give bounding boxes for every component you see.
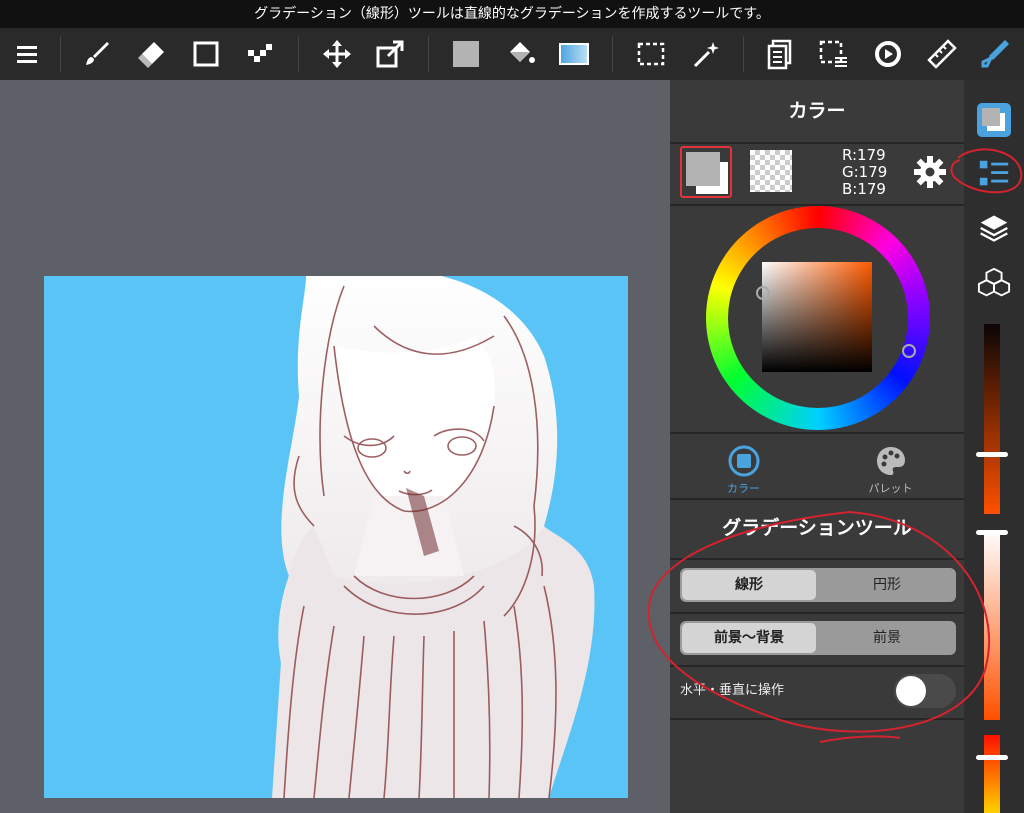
- drawing-canvas[interactable]: [44, 276, 628, 798]
- rgb-b: B:179: [842, 180, 886, 198]
- materials-icon[interactable]: [974, 264, 1014, 304]
- color-panel: カラー R:179 G:179 B:179 カラー パレット グラデーションツー…: [670, 80, 964, 813]
- illustration-girl: [272, 276, 595, 798]
- tooltip-bar: グラデーション（線形）ツールは直線的なグラデーションを作成するツールです。: [0, 0, 1024, 28]
- axis-lock-toggle[interactable]: [894, 674, 956, 708]
- canvas-area[interactable]: [0, 80, 670, 813]
- gradient-shape-row: 線形 円形: [670, 560, 964, 614]
- rotate-icon[interactable]: [865, 28, 911, 80]
- mode-fg-option[interactable]: 前景: [820, 623, 954, 653]
- move-icon[interactable]: [314, 28, 360, 80]
- foreground-color-swatch[interactable]: [686, 152, 720, 186]
- selection-icon[interactable]: [628, 28, 674, 80]
- gradient-icon[interactable]: [551, 28, 597, 80]
- tab-color[interactable]: カラー: [670, 434, 817, 498]
- eraser-icon[interactable]: [129, 28, 175, 80]
- transparent-color-swatch[interactable]: [750, 150, 792, 192]
- gradient-mode-segmented: 前景〜背景 前景: [680, 621, 956, 655]
- fill-color-icon[interactable]: [443, 28, 489, 80]
- foreground-background-swatch[interactable]: [680, 146, 732, 198]
- color-tab-icon: [728, 445, 759, 477]
- hue-slider[interactable]: [976, 735, 1008, 813]
- opacity-slider[interactable]: [976, 324, 1008, 514]
- rgb-g: G:179: [842, 163, 888, 181]
- tab-color-label: カラー: [727, 482, 760, 495]
- shape-radial-option[interactable]: 円形: [820, 570, 954, 600]
- tab-palette[interactable]: パレット: [817, 434, 964, 498]
- brush-icon[interactable]: [74, 28, 120, 80]
- color-wheel[interactable]: [706, 206, 930, 430]
- magic-wand-icon[interactable]: [684, 28, 730, 80]
- menu-icon[interactable]: [4, 28, 50, 80]
- shape-icon[interactable]: [183, 28, 229, 80]
- pen-icon[interactable]: [972, 28, 1018, 80]
- saturation-brightness-square[interactable]: [762, 262, 872, 372]
- mode-fg-bg-option[interactable]: 前景〜背景: [682, 623, 816, 653]
- rgb-r: R:179: [842, 146, 886, 164]
- axis-lock-row: 水平・垂直に操作: [670, 666, 964, 720]
- hue-picker-knob[interactable]: [902, 344, 916, 358]
- gradient-mode-row: 前景〜背景 前景: [670, 613, 964, 667]
- gradient-shape-segmented: 線形 円形: [680, 568, 956, 602]
- transform-icon[interactable]: [367, 28, 413, 80]
- ruler-icon[interactable]: [919, 28, 965, 80]
- color-tabs: カラー パレット: [670, 432, 964, 500]
- axis-lock-label: 水平・垂直に操作: [680, 683, 785, 698]
- copy-layer-icon[interactable]: [757, 28, 803, 80]
- property-icon[interactable]: [974, 154, 1014, 194]
- dot-brush-icon[interactable]: [237, 28, 283, 80]
- rgb-readout: R:179 G:179 B:179: [842, 147, 887, 198]
- right-side-bar: [964, 80, 1024, 813]
- select-layer-icon[interactable]: [811, 28, 857, 80]
- bucket-icon[interactable]: [497, 28, 543, 80]
- top-toolbar: [0, 28, 1024, 80]
- gradient-tool-title: グラデーションツール: [670, 498, 964, 560]
- layers-icon[interactable]: [974, 208, 1014, 248]
- shape-linear-option[interactable]: 線形: [682, 570, 816, 600]
- color-row: R:179 G:179 B:179: [670, 144, 964, 206]
- gear-icon[interactable]: [912, 154, 948, 190]
- sv-picker-knob[interactable]: [756, 286, 770, 300]
- brush-size-slider[interactable]: [976, 530, 1008, 720]
- tab-palette-label: パレット: [868, 482, 913, 495]
- color-swatch-icon[interactable]: [974, 100, 1014, 140]
- panel-title: カラー: [670, 80, 964, 144]
- palette-icon: [876, 447, 905, 475]
